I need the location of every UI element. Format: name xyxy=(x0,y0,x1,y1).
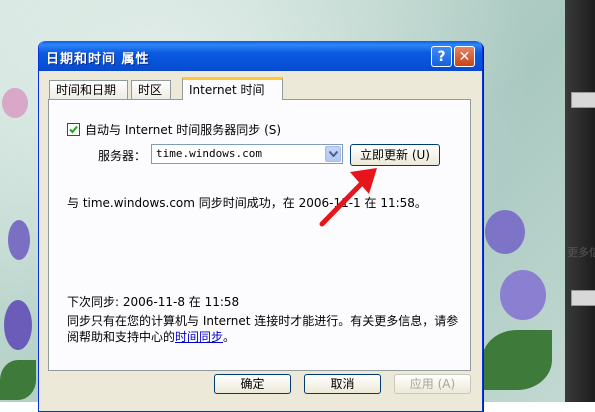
close-button[interactable]: ✕ xyxy=(454,46,475,67)
auto-sync-label[interactable]: 自动与 Internet 时间服务器同步 (S) xyxy=(85,121,281,138)
server-dropdown-button[interactable] xyxy=(325,146,341,162)
leaf-decoration xyxy=(482,330,552,390)
background-window-edge xyxy=(565,0,595,402)
flower-decoration xyxy=(8,220,30,260)
leaf-decoration xyxy=(0,360,36,400)
background-text: 更多信 xyxy=(567,246,595,259)
ok-button[interactable]: 确定 xyxy=(214,374,291,394)
cancel-button[interactable]: 取消 xyxy=(304,374,381,394)
server-value[interactable]: time.windows.com xyxy=(156,147,262,160)
background-fragment xyxy=(571,92,595,108)
tab-time-zone[interactable]: 时区 xyxy=(131,80,171,99)
sync-info-text: 同步只有在您的计算机与 Internet 连接时才能进行。有关更多信息，请参阅帮… xyxy=(67,313,462,345)
title-bar: 日期和时间 属性 ? ✕ xyxy=(39,41,482,71)
auto-sync-checkbox[interactable] xyxy=(67,123,80,136)
checkmark-icon xyxy=(69,125,78,134)
apply-button[interactable]: 应用 (A) xyxy=(394,374,471,394)
date-time-properties-dialog: 日期和时间 属性 ? ✕ 时间和日期 时区 Internet 时间 自动与 In… xyxy=(38,41,483,412)
tab-internet-time[interactable]: Internet 时间 xyxy=(182,77,283,100)
dialog-title: 日期和时间 属性 xyxy=(46,52,150,67)
update-now-button[interactable]: 立即更新 (U) xyxy=(350,144,440,166)
help-button[interactable]: ? xyxy=(431,46,452,67)
info-text: 同步只有在您的计算机与 Internet 连接时才能进行。有关更多信息，请参阅帮… xyxy=(67,314,459,344)
flower-decoration xyxy=(500,270,546,320)
time-sync-link[interactable]: 时间同步 xyxy=(175,330,223,344)
chevron-down-icon xyxy=(329,151,338,157)
tab-date-and-time[interactable]: 时间和日期 xyxy=(49,80,128,99)
next-sync-text: 下次同步: 2006-11-8 在 11:58 xyxy=(67,295,240,309)
flower-decoration xyxy=(2,88,28,118)
background-fragment xyxy=(571,290,595,306)
server-label: 服务器： xyxy=(98,149,147,163)
sync-status-text: 与 time.windows.com 同步时间成功，在 2006-11-1 在 … xyxy=(67,196,427,210)
info-suffix: 。 xyxy=(223,330,236,344)
flower-decoration xyxy=(485,210,525,254)
server-combobox[interactable]: time.windows.com xyxy=(151,144,343,164)
flower-decoration xyxy=(4,300,32,350)
